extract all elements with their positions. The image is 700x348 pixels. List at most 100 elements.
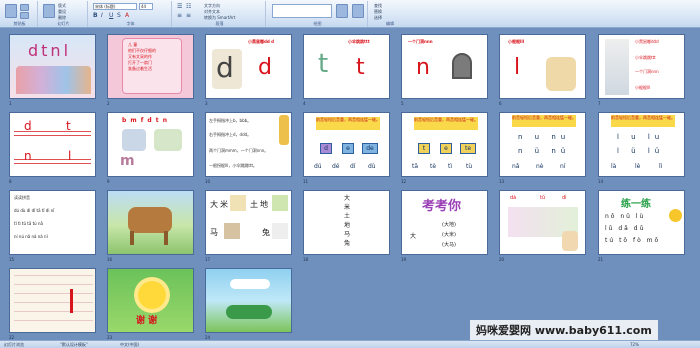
- new-slide-button[interactable]: [43, 4, 55, 18]
- hanzi-column: 大 米 土 地 马 兔: [344, 194, 352, 248]
- slide-thumbnail[interactable]: [107, 190, 194, 255]
- slide-thumbnail[interactable]: 前音轻短后音重，两音相连猛一碰。 n u nu n ü nü nǎ nè ní: [499, 112, 586, 177]
- quick-styles-button[interactable]: [352, 4, 364, 18]
- slide-thumbnail[interactable]: 小黑鼠嘟dd d d d: [205, 34, 292, 99]
- syllable: là: [611, 163, 617, 170]
- slide-number: 10: [205, 179, 211, 184]
- slide-thumbnail[interactable]: dtnl: [9, 34, 96, 99]
- syllable: tì: [448, 163, 453, 170]
- horse-image: [128, 207, 172, 233]
- slide-thumbnail[interactable]: 儿 童 他们不仅仔细的 又有文采的作 打开了一扇门 准备过着生活: [107, 34, 194, 99]
- hanzi: 兔: [262, 228, 270, 237]
- rule-banner: 前音轻短后音重，两音相连猛一碰。: [512, 115, 576, 127]
- group-label: 绘图: [313, 21, 322, 26]
- slide-thumbnail[interactable]: 读读拼音 dú dù dì dǐ tā tǐ dì nī tǐ tì tǔ tā…: [9, 190, 96, 255]
- slide-number: 1: [9, 101, 12, 106]
- slide-thumbnail[interactable]: d t n l: [9, 112, 96, 177]
- slide-thumbnail[interactable]: dà tǔ dì: [499, 190, 586, 255]
- ribbon: 剪贴板 版式 重设 删除 幻灯片 宋体 (标题) 44 B I U S A 字体…: [0, 0, 700, 28]
- slide-label: 小棍棍lll: [508, 39, 525, 44]
- hanzi: 兔: [344, 240, 351, 247]
- bold-icon[interactable]: B: [93, 12, 98, 19]
- slide-text: 一根拐棍lll，小伞跳跳ttt。: [209, 163, 258, 168]
- font-name-field[interactable]: 宋体 (标题): [93, 3, 137, 10]
- underline-icon[interactable]: U: [109, 12, 113, 19]
- letter-image: t: [318, 49, 329, 79]
- numbering-icon[interactable]: ☷: [186, 3, 191, 10]
- syllable: tā: [412, 163, 419, 170]
- slide-thumbnail[interactable]: 大 米 土 地 马 兔: [205, 190, 292, 255]
- slide-number: 7: [598, 101, 601, 106]
- rule-banner: 前音轻短后音重，两音相连猛一碰。: [414, 117, 478, 130]
- writing-line: [14, 163, 91, 164]
- slide-thumbnail[interactable]: [205, 268, 292, 333]
- cut-icon[interactable]: [20, 4, 29, 11]
- option: 大米: [443, 232, 454, 238]
- shadow-icon[interactable]: S: [117, 12, 121, 19]
- door-image: [452, 53, 472, 79]
- slide-thumbnail[interactable]: 小伞跳跳ttt t t: [303, 34, 390, 99]
- child-image: [546, 57, 576, 91]
- slide-thumbnail[interactable]: 谢 谢: [107, 268, 194, 333]
- slide-thumbnail[interactable]: 一个门洞nnn n: [401, 34, 488, 99]
- big-letter: d: [258, 55, 272, 80]
- slide-thumbnail[interactable]: 前音轻短后音重，两音相连猛一碰。 d e de dú dé dí dù: [303, 112, 390, 177]
- slide-number: 8: [9, 179, 12, 184]
- slide-thumbnail[interactable]: 练一练 nǒ nǔ lù lǔ dǎ dǔ tú tǒ fò mǒ: [598, 190, 685, 255]
- slide-thumbnail[interactable]: 小黑鼠嘟ddd 小伞跳跳ttt 一个门洞nnn 小棍棍lll: [598, 34, 685, 99]
- syllable: lè: [635, 163, 641, 170]
- syllable: dí: [350, 163, 356, 170]
- hanzi: 大: [344, 195, 351, 202]
- hanzi: 土: [250, 200, 258, 209]
- picture-horse: [154, 129, 182, 151]
- view-label: 幻灯片浏览: [4, 342, 24, 347]
- slide-number: 20: [499, 257, 505, 262]
- pinyin: tǔ: [540, 195, 546, 201]
- final-box: e: [342, 143, 354, 154]
- slide-thumbnail[interactable]: 大 米 土 地 马 兔: [303, 190, 390, 255]
- watermark: 妈咪爱婴网 www.baby611.com: [470, 320, 658, 340]
- italic-icon[interactable]: I: [101, 12, 103, 19]
- paragraph-group: ☰ ☷ 文字方向 对齐文本 转换为 SmartArt ≡ ≡ 段落: [174, 1, 266, 27]
- font-color-icon[interactable]: A: [125, 12, 129, 19]
- slide-number: 21: [598, 257, 604, 262]
- letter-image: d: [216, 51, 234, 84]
- slide-thumbnail[interactable]: 左手拇指冲上b，bbb。 右手拇指冲上d，ddd。 两个门洞mmm，一个门洞nn…: [205, 112, 292, 177]
- group-label: 段落: [215, 21, 224, 26]
- slides-group: 版式 重设 删除 幻灯片: [40, 1, 88, 27]
- horse-leg: [164, 231, 168, 245]
- slide-label: 一个门洞nnn: [408, 39, 433, 44]
- paste-button[interactable]: [5, 4, 17, 18]
- copy-icon[interactable]: [20, 12, 29, 19]
- font-size-field[interactable]: 44: [139, 3, 153, 10]
- syllable: dé: [332, 163, 340, 170]
- shapes-gallery[interactable]: [272, 4, 332, 18]
- picture-rice: [230, 195, 246, 211]
- slide-sorter: dtnl 1 儿 童 他们不仅仔细的 又有文采的作 打开了一扇门 准备过着生活 …: [0, 28, 700, 340]
- syllable-row: n ü nü: [518, 147, 571, 155]
- pinyin-row: lǔ dǎ dǔ: [605, 225, 646, 232]
- slide-number: 5: [401, 101, 404, 106]
- pinyin: dà: [510, 195, 517, 201]
- slide-number: 9: [107, 179, 110, 184]
- syllable: ní: [560, 163, 566, 170]
- slide-thumbnail[interactable]: 小棍棍lll l: [499, 34, 586, 99]
- arrange-button[interactable]: [336, 4, 348, 18]
- rule-banner: 前音轻短后音重，两音相连猛一碰。: [611, 115, 675, 127]
- slide-thumbnail[interactable]: 前音轻短后音重，两音相连猛一碰。 t e te tā tè tì tù: [401, 112, 488, 177]
- align-center-icon[interactable]: ≡: [186, 12, 191, 19]
- bullets-icon[interactable]: ☰: [177, 3, 182, 10]
- option-text: (大马): [442, 242, 456, 248]
- slide-heading: 读读拼音: [14, 195, 30, 200]
- align-left-icon[interactable]: ≡: [177, 12, 182, 19]
- syllable-row: l ü lü: [617, 147, 665, 155]
- slide-thumbnail[interactable]: 考考你 大 (大地) (大米) (大马): [401, 190, 488, 255]
- red-bracket: [70, 289, 73, 313]
- zoom-level[interactable]: 72%: [630, 341, 639, 348]
- letter-m: m: [120, 153, 135, 169]
- slide-thumbnail[interactable]: b m f d t n m: [107, 112, 194, 177]
- slide-title: dtnl: [28, 41, 72, 60]
- slide-thumbnail[interactable]: 前音轻短后音重，两音相连猛一碰。 l u lu l ü lü là lè lì: [598, 112, 685, 177]
- slide-thumbnail[interactable]: [9, 268, 96, 333]
- slide-number: 15: [9, 257, 15, 262]
